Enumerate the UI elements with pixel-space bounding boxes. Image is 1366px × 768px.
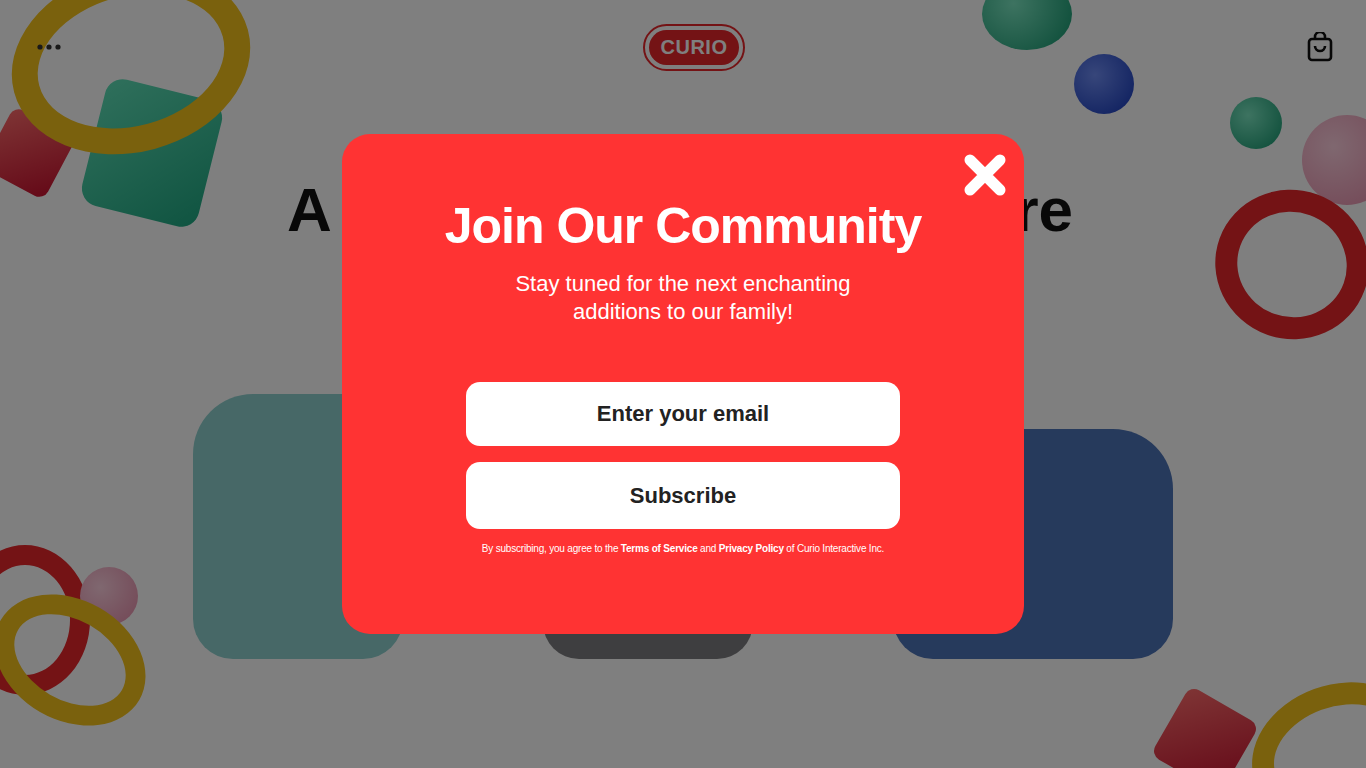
subscribe-form: Subscribe xyxy=(466,382,900,529)
subscribe-modal: Join Our Community Stay tuned for the ne… xyxy=(342,134,1024,634)
close-button[interactable] xyxy=(962,152,1008,198)
modal-overlay[interactable]: Join Our Community Stay tuned for the ne… xyxy=(0,0,1366,768)
email-input[interactable] xyxy=(466,382,900,446)
modal-subtitle: Stay tuned for the next enchanting addit… xyxy=(483,270,883,326)
terms-link[interactable]: Terms of Service xyxy=(621,543,698,554)
legal-text: By subscribing, you agree to the Terms o… xyxy=(482,543,884,554)
subscribe-button[interactable]: Subscribe xyxy=(466,462,900,529)
modal-title: Join Our Community xyxy=(445,196,921,256)
close-icon[interactable] xyxy=(962,152,1008,198)
privacy-link[interactable]: Privacy Policy xyxy=(719,543,784,554)
